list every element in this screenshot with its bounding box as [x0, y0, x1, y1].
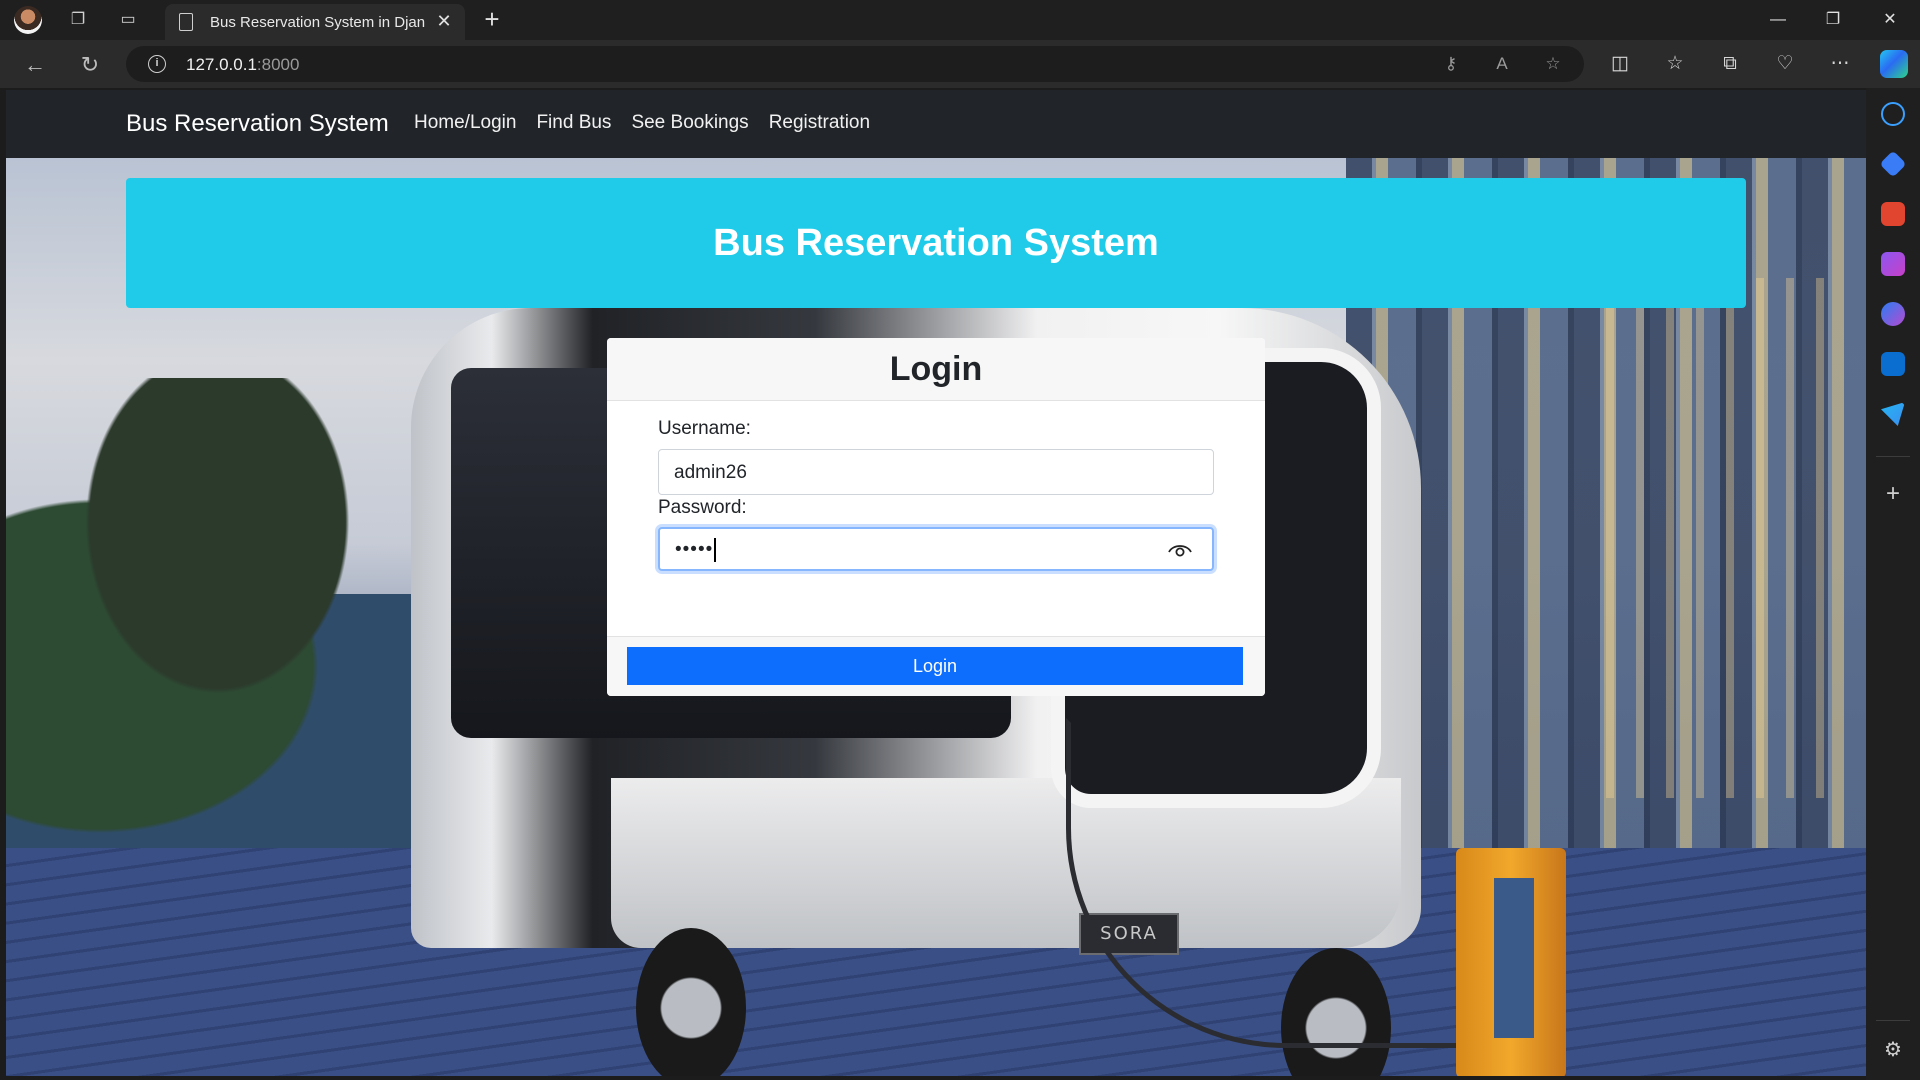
- back-icon[interactable]: ←: [20, 50, 50, 80]
- collections-icon[interactable]: ⧉: [1716, 50, 1744, 78]
- favorite-star-icon[interactable]: ☆: [1542, 53, 1564, 75]
- sidebar-divider: [1876, 1020, 1910, 1021]
- vertical-tabs-icon[interactable]: ▭: [116, 8, 140, 32]
- reload-icon[interactable]: ↻: [75, 50, 105, 80]
- password-input[interactable]: •••••: [658, 527, 1214, 571]
- key-icon[interactable]: ⚷: [1440, 53, 1462, 75]
- navbar-brand[interactable]: Bus Reservation System: [126, 110, 389, 138]
- url-text: 127.0.0.1:8000: [186, 55, 300, 74]
- eye-icon[interactable]: [1168, 542, 1192, 558]
- microsoft-365-icon[interactable]: [1881, 302, 1905, 326]
- read-aloud-icon[interactable]: A: [1491, 53, 1513, 75]
- login-card: Login Username: admin26 Password: ••••• …: [607, 338, 1265, 696]
- address-bar[interactable]: i 127.0.0.1:8000 ⚷ A ☆: [126, 46, 1584, 82]
- restore-button[interactable]: ❐: [1813, 5, 1853, 35]
- favorites-icon[interactable]: ☆: [1661, 50, 1689, 78]
- shopping-tag-icon[interactable]: [1879, 150, 1907, 178]
- nav-link-find-bus[interactable]: Find Bus: [536, 112, 611, 134]
- page-icon: [179, 13, 193, 31]
- add-sidebar-app-icon[interactable]: +: [1881, 482, 1905, 507]
- hero-banner: Bus Reservation System: [126, 178, 1746, 308]
- site-navbar: Bus Reservation System Home/Login Find B…: [6, 90, 1866, 158]
- workspaces-icon[interactable]: ❐: [66, 8, 90, 32]
- login-card-footer: Login: [607, 636, 1265, 696]
- sidebar-divider: [1876, 456, 1910, 457]
- login-button[interactable]: Login: [627, 647, 1243, 685]
- nav-link-registration[interactable]: Registration: [769, 112, 870, 134]
- close-window-button[interactable]: ✕: [1870, 5, 1910, 35]
- tab-close-icon[interactable]: ✕: [433, 10, 455, 32]
- edge-sidebar: + ⚙: [1866, 88, 1920, 1080]
- browser-toolbar: ← ↻ i 127.0.0.1:8000 ⚷ A ☆ ◫ ☆ ⧉ ♡ ⋯: [0, 40, 1920, 88]
- page-viewport: SORA Bus Reservation System Home/Login F…: [6, 90, 1866, 1076]
- sidebar-settings-icon[interactable]: ⚙: [1881, 1038, 1905, 1062]
- tools-icon[interactable]: [1881, 202, 1905, 226]
- profile-avatar[interactable]: [14, 6, 42, 34]
- username-label: Username:: [658, 418, 751, 439]
- info-icon[interactable]: i: [148, 55, 166, 73]
- username-input[interactable]: admin26: [658, 449, 1214, 495]
- password-label: Password:: [658, 497, 747, 518]
- text-caret: [714, 538, 717, 562]
- nav-link-home-login[interactable]: Home/Login: [414, 112, 516, 134]
- browser-essentials-icon[interactable]: ♡: [1771, 50, 1799, 78]
- games-icon[interactable]: [1881, 252, 1905, 276]
- split-screen-icon[interactable]: ◫: [1606, 50, 1634, 78]
- trees: [6, 378, 476, 858]
- new-tab-button[interactable]: +: [478, 6, 506, 34]
- username-value: admin26: [674, 462, 747, 483]
- browser-titlebar: ❐ ▭ Bus Reservation System in Djang ✕ + …: [0, 0, 1920, 40]
- drop-icon[interactable]: [1881, 402, 1905, 426]
- search-icon[interactable]: [1881, 102, 1905, 126]
- charger-panel: [1494, 878, 1534, 1038]
- tab-title: Bus Reservation System in Djang: [210, 14, 425, 31]
- more-menu-icon[interactable]: ⋯: [1826, 50, 1854, 78]
- nav-link-see-bookings[interactable]: See Bookings: [631, 112, 748, 134]
- bus-wheel: [636, 928, 746, 1076]
- browser-tab-active[interactable]: Bus Reservation System in Djang ✕: [165, 4, 465, 40]
- nav-links: Home/Login Find Bus See Bookings Registr…: [414, 112, 870, 134]
- outlook-icon[interactable]: [1881, 352, 1905, 376]
- password-value: •••••: [675, 538, 717, 562]
- minimize-button[interactable]: —: [1758, 5, 1798, 35]
- login-title: Login: [889, 350, 983, 388]
- hero-title: Bus Reservation System: [713, 222, 1159, 264]
- copilot-icon[interactable]: [1880, 50, 1908, 78]
- building-lights: [1606, 278, 1826, 798]
- login-card-header: Login: [607, 338, 1265, 401]
